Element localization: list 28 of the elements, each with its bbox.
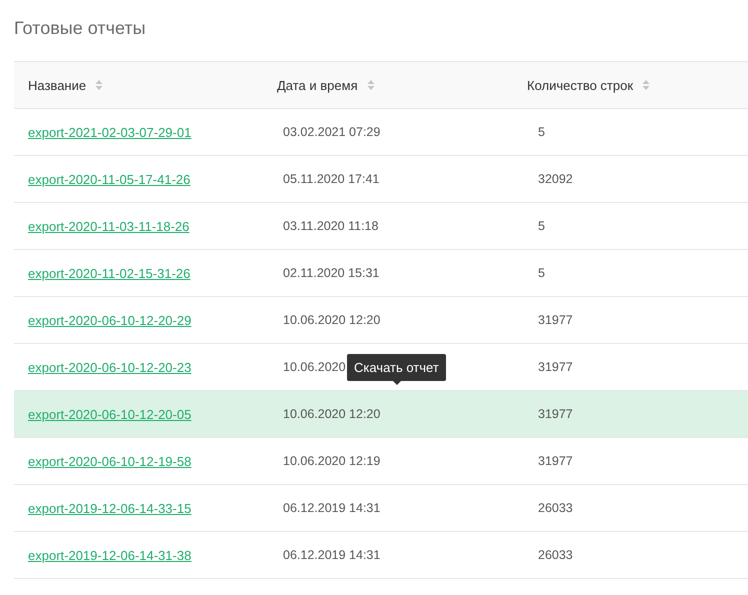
table-cell: 06.12.2019 14:31 [283,501,380,515]
table-cell: 06.12.2019 14:31 [283,548,380,562]
column-header[interactable]: Дата и время [277,78,358,92]
table-cell: 05.11.2020 17:41 [283,172,380,186]
sort-icon[interactable] [95,79,104,91]
table-cell: 5 [538,125,545,139]
table-cell: 31977 [538,454,573,468]
column-header[interactable]: Название [28,78,86,92]
page-title: Готовые отчеты [14,17,147,40]
table-cell: 03.02.2021 07:29 [283,125,380,139]
column-header[interactable]: Количество строк [527,78,634,92]
table-cell: 26033 [538,548,573,562]
table-cell: 31977 [538,407,573,421]
sort-icon[interactable] [366,79,375,91]
table-cell: 31977 [538,313,573,327]
table-cell: 03.11.2020 11:18 [283,219,378,233]
sort-icon[interactable] [642,79,650,91]
table-cell: 31977 [538,360,573,374]
table-cell: 10.06.2020 [283,360,346,374]
table-cell: 10.06.2020 12:19 [283,454,380,468]
table-cell: 10.06.2020 12:20 [283,313,380,327]
table-cell: 32092 [538,172,573,186]
table-cell: 5 [538,219,545,233]
table-cell: 02.11.2020 15:31 [283,266,380,280]
table-cell: 5 [538,266,545,280]
table-cell: 10.06.2020 12:20 [283,407,380,421]
table-row[interactable]: export-2020-06-10-12-20-05 10.06.2020 12:20 31977 [14,391,748,438]
table-cell: 26033 [538,501,573,515]
